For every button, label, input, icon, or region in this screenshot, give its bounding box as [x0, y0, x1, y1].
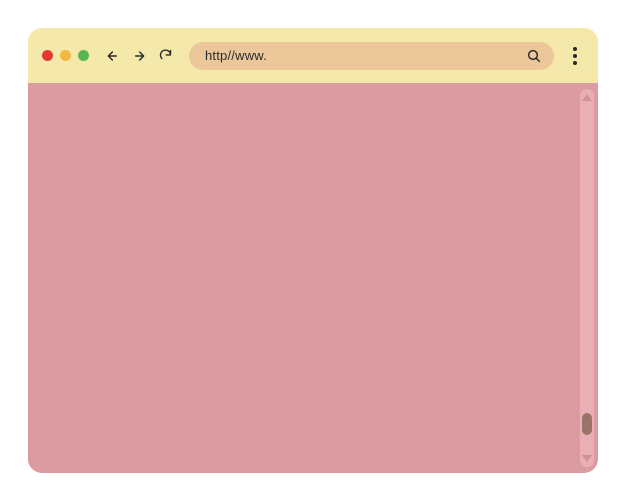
scroll-down-button[interactable]: [582, 455, 592, 462]
arrow-right-icon: [131, 48, 147, 64]
title-bar: http//www.: [28, 28, 598, 83]
kebab-dot-icon: [573, 61, 577, 65]
scrollbar[interactable]: [580, 89, 594, 467]
url-text: http//www.: [205, 48, 524, 63]
refresh-icon: [158, 48, 173, 63]
scroll-track[interactable]: [580, 101, 594, 455]
close-button[interactable]: [42, 50, 53, 61]
back-button[interactable]: [103, 46, 123, 66]
scroll-up-button[interactable]: [582, 94, 592, 101]
content-wrapper: [28, 83, 598, 473]
search-icon: [526, 48, 542, 64]
nav-controls: [103, 46, 175, 66]
minimize-button[interactable]: [60, 50, 71, 61]
kebab-dot-icon: [573, 54, 577, 58]
content-area: [28, 83, 580, 473]
address-bar[interactable]: http//www.: [189, 42, 554, 70]
window-controls: [42, 50, 89, 61]
forward-button[interactable]: [129, 46, 149, 66]
arrow-left-icon: [105, 48, 121, 64]
refresh-button[interactable]: [155, 46, 175, 66]
kebab-dot-icon: [573, 47, 577, 51]
maximize-button[interactable]: [78, 50, 89, 61]
menu-button[interactable]: [566, 46, 584, 66]
search-button[interactable]: [524, 46, 544, 66]
scroll-thumb[interactable]: [582, 413, 592, 435]
browser-window: http//www.: [28, 28, 598, 473]
